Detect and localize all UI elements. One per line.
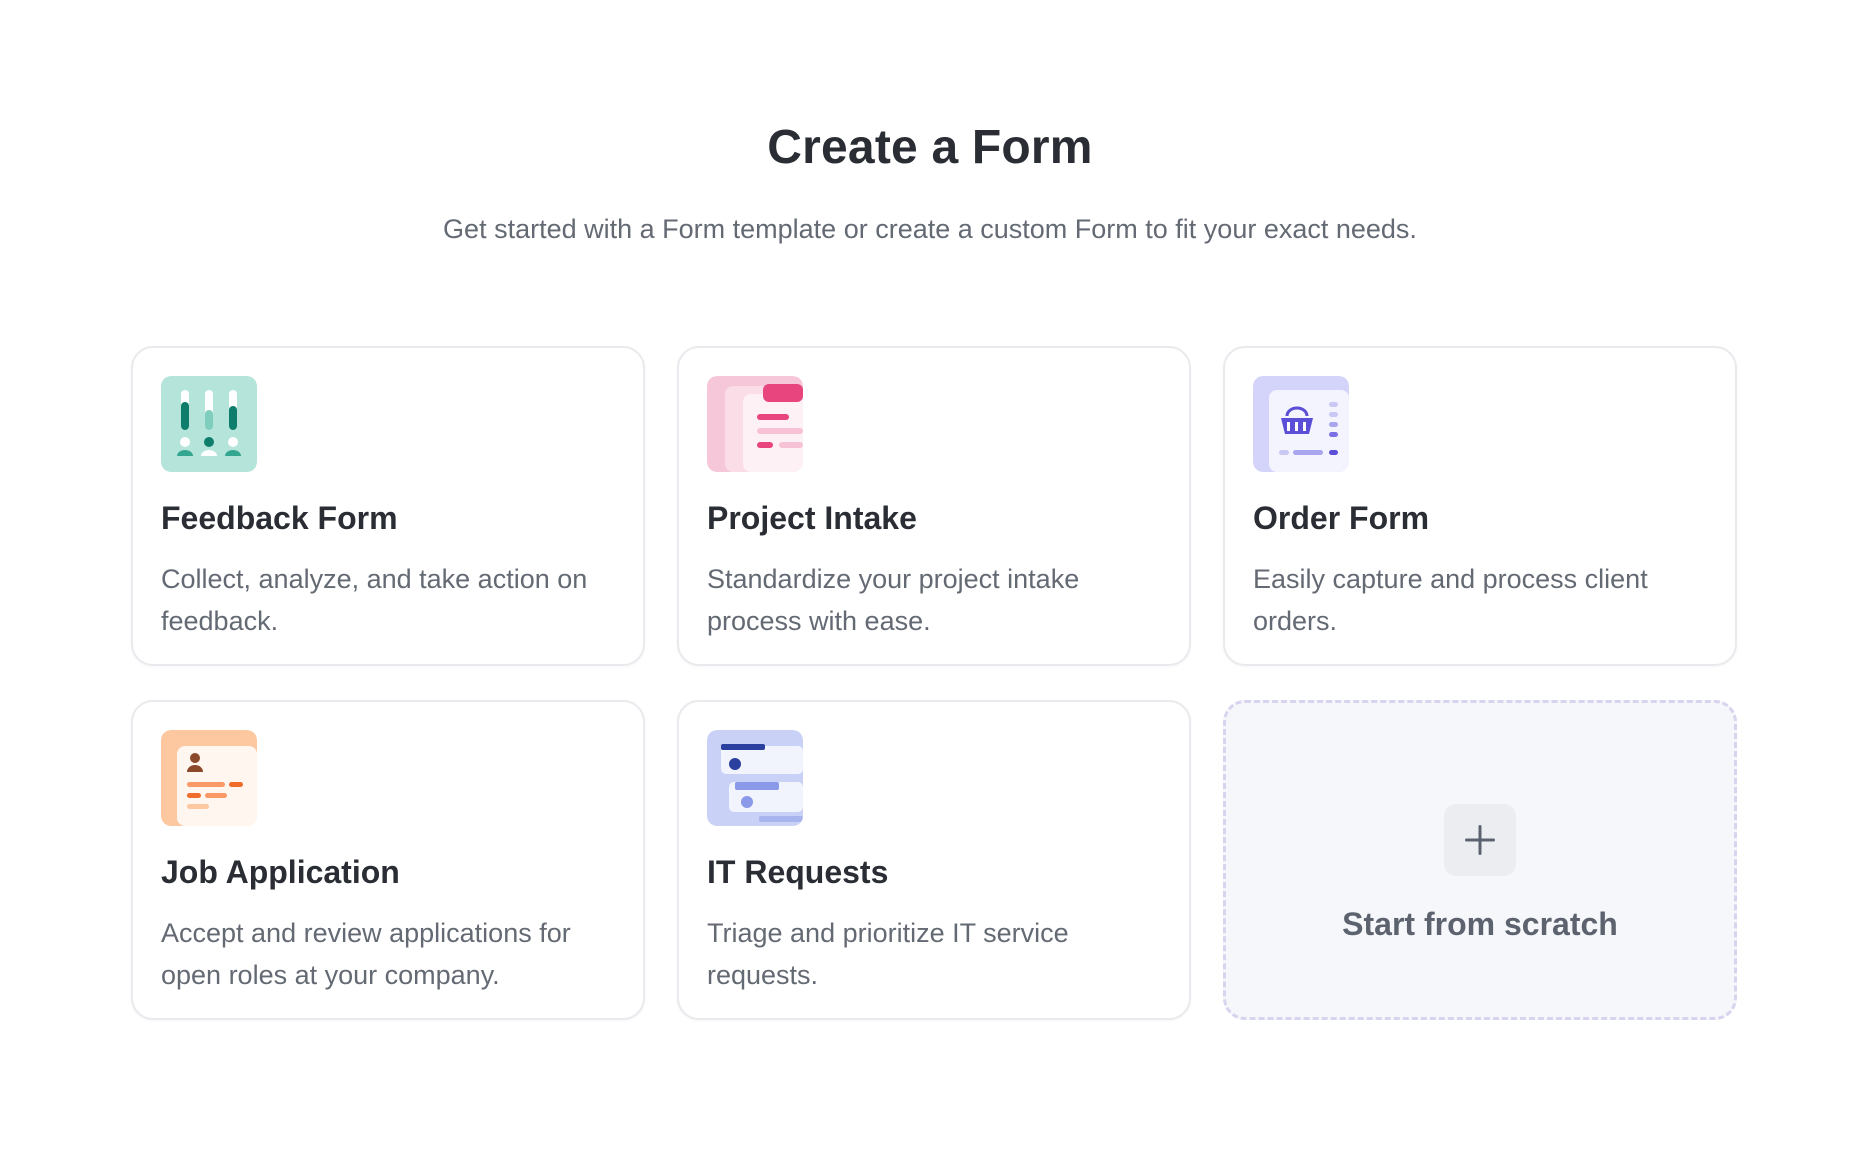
card-description: Easily capture and process client orders… xyxy=(1253,564,1648,636)
card-title: IT Requests xyxy=(707,854,889,890)
card-title: Order Form xyxy=(1253,500,1430,536)
page-subtitle: Get started with a Form template or crea… xyxy=(443,214,1417,244)
card-description: Accept and review applications for open … xyxy=(161,918,571,990)
template-card-project-intake[interactable]: Project Intake Standardize your project … xyxy=(677,346,1191,666)
template-card-order-form[interactable]: Order Form Easily capture and process cl… xyxy=(1223,346,1737,666)
card-description: Triage and prioritize IT service request… xyxy=(707,918,1069,990)
plus-icon xyxy=(1444,804,1516,876)
template-card-feedback-form[interactable]: Feedback Form Collect, analyze, and take… xyxy=(131,346,645,666)
project-intake-icon xyxy=(707,376,803,472)
card-title: Project Intake xyxy=(707,500,917,536)
page-header: Create a Form Get started with a Form te… xyxy=(0,118,1860,250)
job-application-icon xyxy=(161,730,257,826)
create-form-page: Create a Form Get started with a Form te… xyxy=(0,0,1860,1149)
it-requests-icon xyxy=(707,730,803,826)
start-from-scratch-card[interactable]: Start from scratch xyxy=(1223,700,1737,1020)
card-description: Collect, analyze, and take action on fee… xyxy=(161,564,588,636)
card-description: Standardize your project intake process … xyxy=(707,564,1080,636)
feedback-form-icon xyxy=(161,376,257,472)
card-title: Feedback Form xyxy=(161,500,398,536)
start-from-scratch-label: Start from scratch xyxy=(1342,906,1618,942)
template-card-job-application[interactable]: Job Application Accept and review applic… xyxy=(131,700,645,1020)
page-title: Create a Form xyxy=(767,121,1093,174)
order-form-icon xyxy=(1253,376,1349,472)
card-title: Job Application xyxy=(161,854,400,890)
plus-icon-glyph xyxy=(1465,825,1495,855)
template-card-it-requests[interactable]: IT Requests Triage and prioritize IT ser… xyxy=(677,700,1191,1020)
template-grid: Feedback Form Collect, analyze, and take… xyxy=(131,346,1737,1020)
